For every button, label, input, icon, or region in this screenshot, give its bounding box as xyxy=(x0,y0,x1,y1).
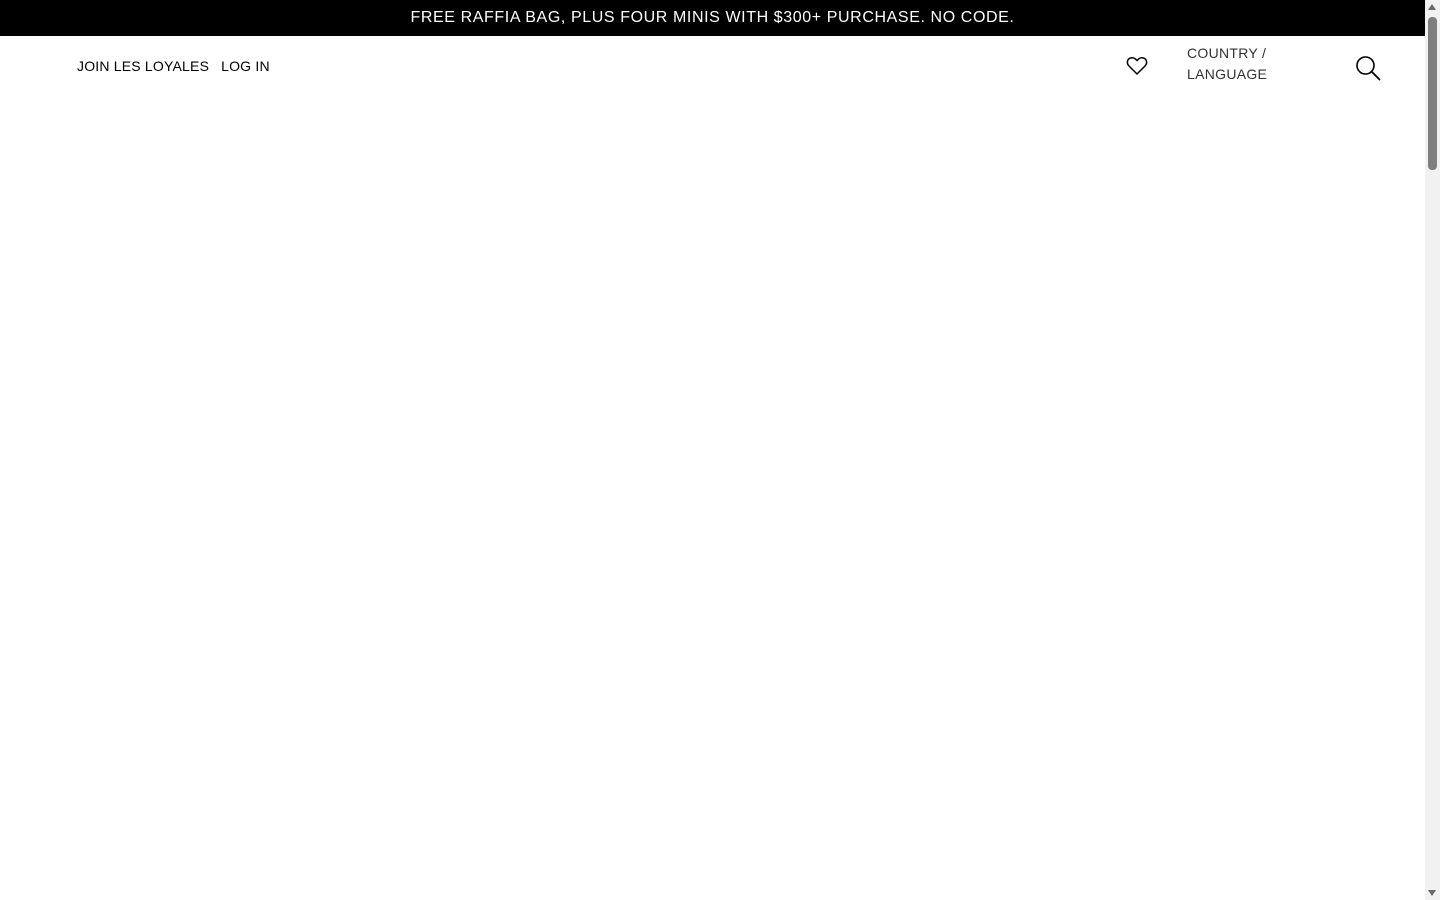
promo-banner[interactable]: FREE RAFFIA BAG, PLUS FOUR MINIS WITH $3… xyxy=(0,0,1425,36)
country-label: COUNTRY / xyxy=(1187,45,1267,61)
scroll-down-arrow-icon[interactable] xyxy=(1428,890,1436,896)
login-link[interactable]: LOG IN xyxy=(221,58,270,74)
country-language-selector[interactable]: COUNTRY / LANGUAGE xyxy=(1187,43,1267,85)
heart-icon[interactable] xyxy=(1126,56,1148,76)
join-loyalty-link[interactable]: JOIN LES LOYALES xyxy=(77,58,209,74)
scroll-thumb[interactable] xyxy=(1428,17,1437,170)
account-links: JOIN LES LOYALES LOG IN xyxy=(77,58,270,74)
promo-text: FREE RAFFIA BAG, PLUS FOUR MINIS WITH $3… xyxy=(410,9,1015,26)
scroll-up-arrow-icon[interactable] xyxy=(1428,4,1436,10)
site-header: JOIN LES LOYALES LOG IN COUNTRY / LANGUA… xyxy=(0,36,1425,98)
language-label: LANGUAGE xyxy=(1187,66,1268,82)
search-icon[interactable] xyxy=(1355,55,1381,81)
page: FREE RAFFIA BAG, PLUS FOUR MINIS WITH $3… xyxy=(0,0,1440,900)
vertical-scrollbar[interactable] xyxy=(1425,0,1440,900)
main-content xyxy=(0,98,1425,900)
